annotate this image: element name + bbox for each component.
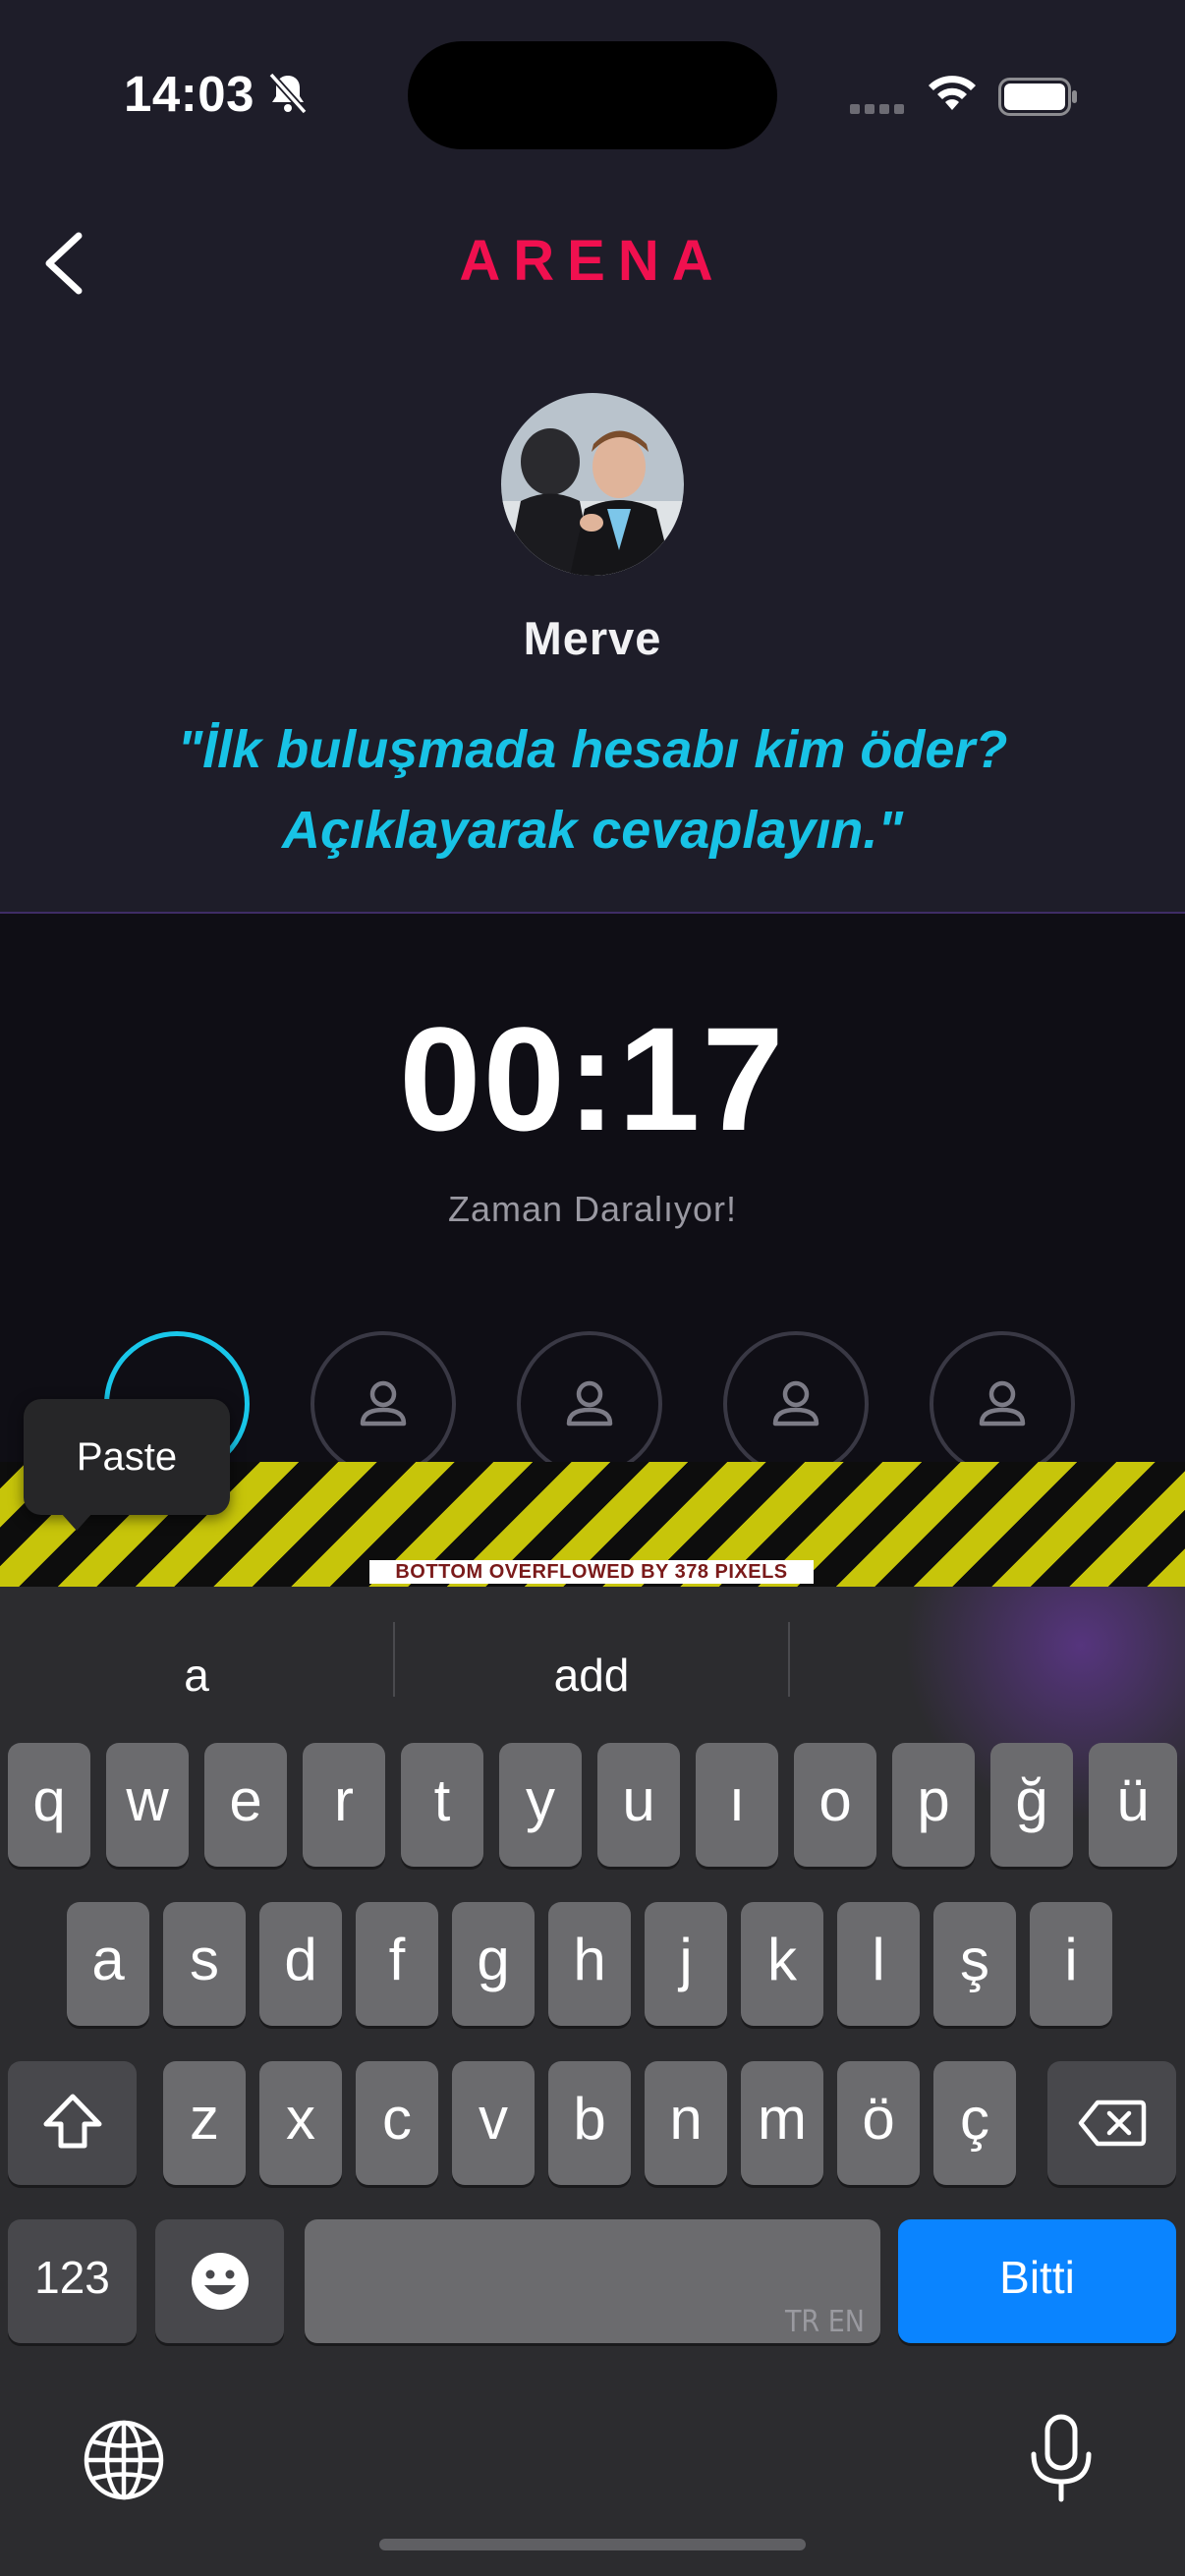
key-h[interactable]: h	[548, 1902, 631, 2026]
suggestion-divider	[788, 1622, 790, 1697]
key-a[interactable]: a	[67, 1902, 149, 2026]
shift-icon	[43, 2094, 101, 2149]
paste-button[interactable]: Paste	[24, 1399, 230, 1515]
participant-slot[interactable]	[723, 1331, 869, 1477]
key-e[interactable]: e	[204, 1743, 287, 1867]
person-icon	[360, 1380, 407, 1427]
key-dotless-i[interactable]: ı	[696, 1743, 778, 1867]
key-l[interactable]: l	[837, 1902, 920, 2026]
key-u-umlaut[interactable]: ü	[1089, 1743, 1177, 1867]
home-indicator[interactable]	[379, 2539, 806, 2550]
key-z[interactable]: z	[163, 2061, 246, 2185]
key-q[interactable]: q	[8, 1743, 90, 1867]
participant-slot[interactable]	[310, 1331, 456, 1477]
key-s-cedilla[interactable]: ş	[933, 1902, 1016, 2026]
keyboard: a add q w e r t y u ı o p ğ ü a s d f g …	[0, 1587, 1185, 2576]
suggestion-1[interactable]: a	[0, 1636, 393, 1714]
key-d[interactable]: d	[259, 1902, 342, 2026]
key-m[interactable]: m	[741, 2061, 823, 2185]
question-text: "İlk buluşmada hesabı kim öder? Açıklaya…	[88, 709, 1097, 870]
key-i[interactable]: i	[1030, 1902, 1112, 2026]
key-o[interactable]: o	[794, 1743, 876, 1867]
page-title: ARENA	[459, 229, 726, 293]
microphone-icon[interactable]	[1022, 2413, 1100, 2503]
key-f[interactable]: f	[356, 1902, 438, 2026]
key-n[interactable]: n	[645, 2061, 727, 2185]
status-time: 14:03	[124, 66, 254, 122]
key-g[interactable]: g	[452, 1902, 535, 2026]
key-p[interactable]: p	[892, 1743, 975, 1867]
participant-slot[interactable]	[517, 1331, 662, 1477]
question-line-2: Açıklayarak cevaplayın."	[281, 801, 904, 860]
dynamic-island	[408, 41, 777, 149]
backspace-key[interactable]	[1047, 2061, 1176, 2185]
space-key[interactable]: TR EN	[305, 2219, 880, 2343]
shift-key[interactable]	[8, 2061, 137, 2185]
backspace-icon	[1078, 2100, 1146, 2147]
key-b[interactable]: b	[548, 2061, 631, 2185]
key-k[interactable]: k	[741, 1902, 823, 2026]
profile-name: Merve	[523, 612, 662, 664]
key-x[interactable]: x	[259, 2061, 342, 2185]
avatar[interactable]	[501, 393, 684, 576]
person-icon	[566, 1380, 613, 1427]
key-u[interactable]: u	[597, 1743, 680, 1867]
done-key[interactable]: Bitti	[898, 2219, 1176, 2343]
paste-tooltip-tail	[61, 1513, 92, 1531]
key-s[interactable]: s	[163, 1902, 246, 2026]
person-icon	[772, 1380, 819, 1427]
bell-slash-icon	[268, 72, 308, 115]
key-c-cedilla[interactable]: ç	[933, 2061, 1016, 2185]
key-t[interactable]: t	[401, 1743, 483, 1867]
participant-slot[interactable]	[930, 1331, 1075, 1477]
key-o-umlaut[interactable]: ö	[837, 2061, 920, 2185]
key-y[interactable]: y	[499, 1743, 582, 1867]
globe-icon[interactable]	[83, 2419, 165, 2501]
key-w[interactable]: w	[106, 1743, 189, 1867]
cellular-icon	[850, 101, 909, 119]
question-line-1: "İlk buluşmada hesabı kim öder?	[177, 720, 1008, 779]
countdown-timer: 00:17	[399, 996, 786, 1161]
suggestion-2[interactable]: add	[395, 1636, 788, 1714]
key-c[interactable]: c	[356, 2061, 438, 2185]
numbers-key[interactable]: 123	[8, 2219, 137, 2343]
emoji-key[interactable]	[155, 2219, 284, 2343]
key-j[interactable]: j	[645, 1902, 727, 2026]
person-icon	[979, 1380, 1026, 1427]
overflow-warning-label: BOTTOM OVERFLOWED BY 378 PIXELS	[369, 1560, 814, 1584]
key-v[interactable]: v	[452, 2061, 535, 2185]
key-g-breve[interactable]: ğ	[990, 1743, 1073, 1867]
battery-icon	[998, 78, 1077, 116]
key-r[interactable]: r	[303, 1743, 385, 1867]
timer-subtitle: Zaman Daralıyor!	[447, 1189, 738, 1229]
emoji-icon	[191, 2253, 249, 2310]
language-indicator: TR EN	[784, 2305, 865, 2339]
wifi-icon	[929, 76, 976, 110]
